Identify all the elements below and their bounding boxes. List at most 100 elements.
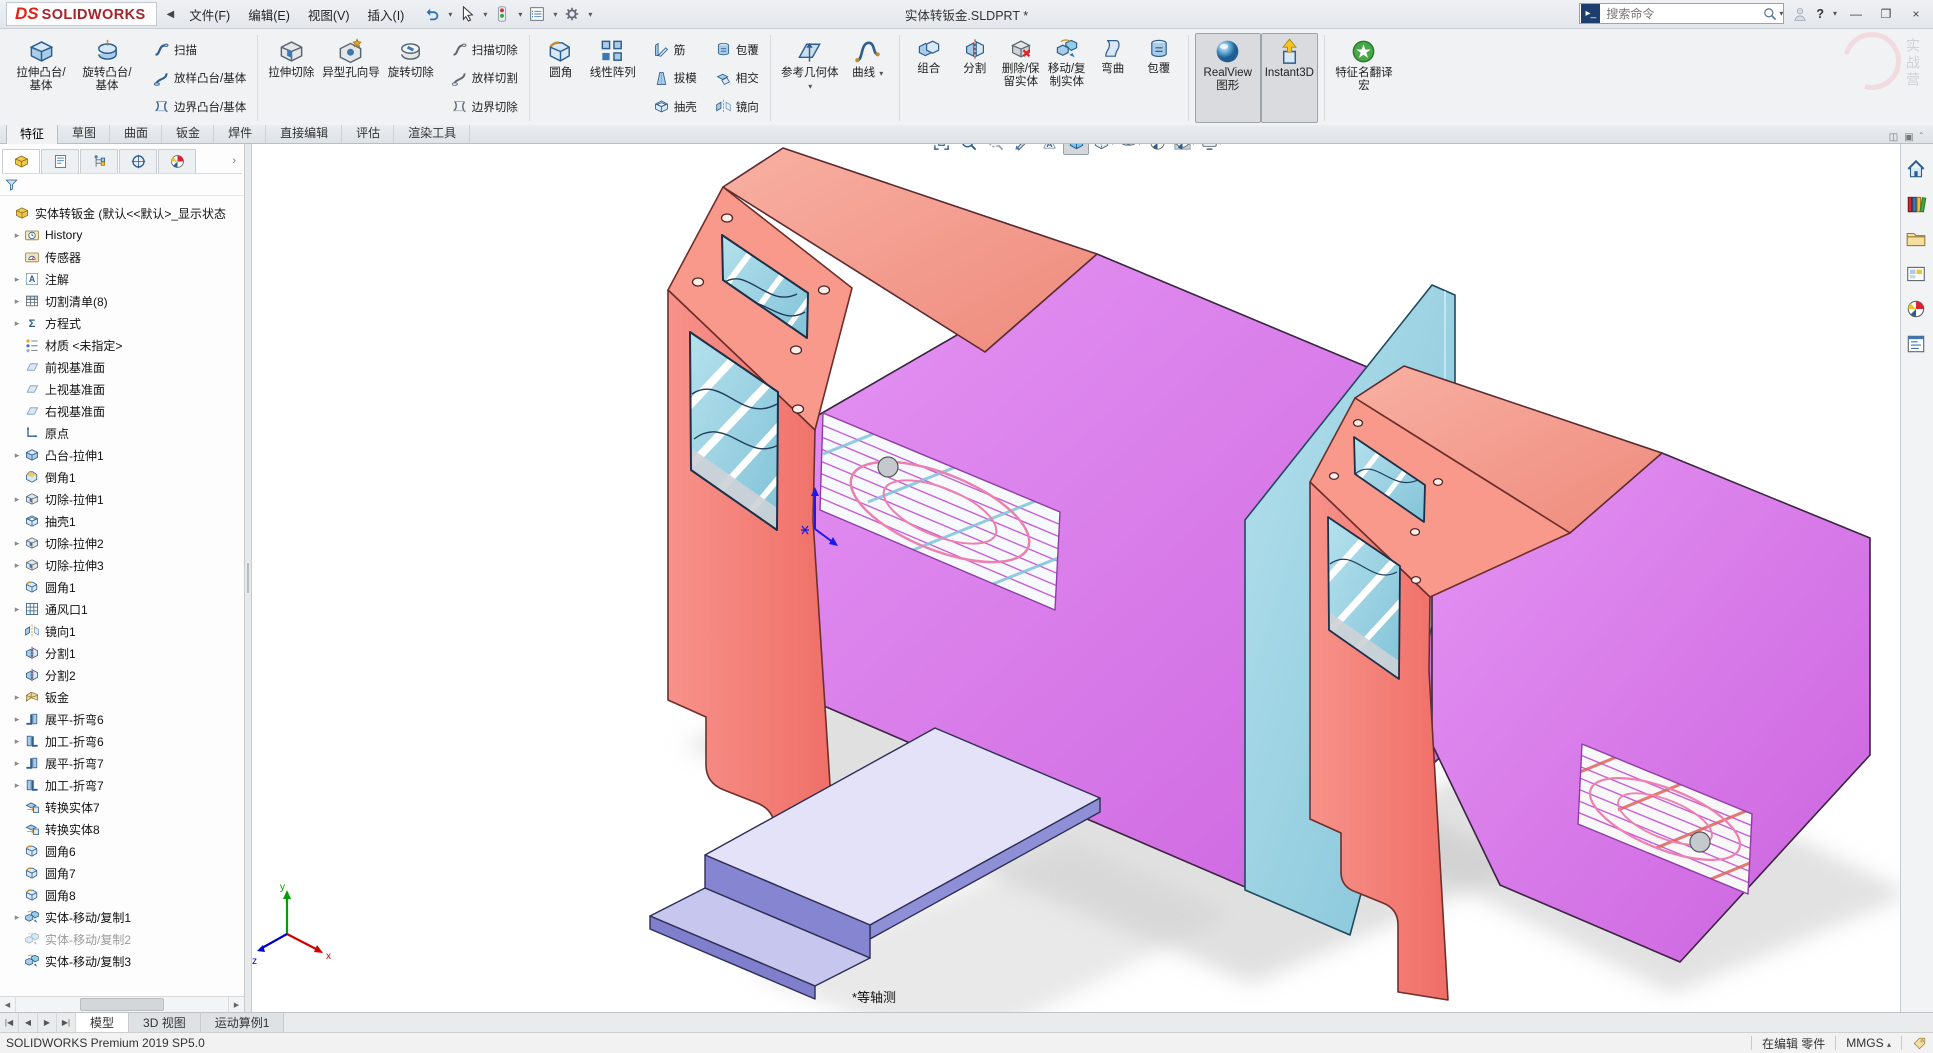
search-caret-icon[interactable]: ▾ xyxy=(1779,9,1783,18)
menu-文件(F)[interactable]: 文件(F) xyxy=(180,1,239,28)
gear-icon-caret[interactable]: ▾ xyxy=(588,10,592,19)
tree-item-抽壳1[interactable]: 抽壳1 xyxy=(0,510,244,532)
graphics-viewport[interactable]: A▾▾▾▾ xyxy=(252,144,1900,1012)
ribbon-button-linear-pattern[interactable]: 线性阵列 xyxy=(586,33,640,123)
ribbon-button-realview[interactable]: RealView图形 xyxy=(1195,33,1261,123)
ribbon-button-draft[interactable]: 拔模 xyxy=(650,65,700,92)
ribbon-button-loft-cut[interactable]: 放样切割 xyxy=(448,65,521,92)
stoplight-icon[interactable] xyxy=(493,5,511,23)
expand-arrow-icon[interactable]: ▸ xyxy=(10,604,24,615)
expand-arrow-icon[interactable]: ▸ xyxy=(10,318,24,329)
ribbon-button-loft[interactable]: 放样凸台/基体 xyxy=(150,65,249,92)
ribbon-button-revolve-cut[interactable]: 旋转切除 xyxy=(384,33,438,123)
tree-item-圆角7[interactable]: 圆角7 xyxy=(0,862,244,884)
sheet-nav-button[interactable]: ◀ xyxy=(19,1013,38,1032)
tree-item-传感器[interactable]: 传感器 xyxy=(0,246,244,268)
headsup-display-style[interactable]: ▾ xyxy=(1090,144,1116,155)
pointer-icon[interactable] xyxy=(458,5,476,23)
tree-item-注解[interactable]: ▸A注解 xyxy=(0,268,244,290)
doc-tab-3D 视图[interactable]: 3D 视图 xyxy=(129,1013,201,1032)
help-button[interactable]: ? xyxy=(1816,7,1824,21)
taskpane-custom-properties-icon[interactable] xyxy=(1905,333,1929,357)
headsup-view-orientation[interactable] xyxy=(1063,144,1089,155)
taskpane-appearances-icon[interactable] xyxy=(1905,298,1929,322)
ribbon-button-split[interactable]: 分割 xyxy=(952,33,998,123)
ribbon-button-hole-wizard[interactable]: 异型孔向导 xyxy=(318,33,384,123)
gear-icon[interactable] xyxy=(563,5,581,23)
tab-pin-icon[interactable]: ▣ xyxy=(1904,132,1913,143)
tag-icon[interactable] xyxy=(1912,1036,1927,1051)
expand-arrow-icon[interactable]: ▸ xyxy=(10,736,24,747)
taskpane-view-palette-icon[interactable] xyxy=(1905,263,1929,287)
panel-tab-feature-manager[interactable] xyxy=(2,149,40,173)
tree-h-scrollbar[interactable]: ◀ ▶ xyxy=(0,996,244,1012)
command-search[interactable]: ▸_ ▾ xyxy=(1579,3,1784,24)
search-icon[interactable] xyxy=(1762,6,1778,22)
tree-item-圆角8[interactable]: 圆角8 xyxy=(0,884,244,906)
tree-item-上视基准面[interactable]: 上视基准面 xyxy=(0,378,244,400)
ribbon-button-cut-extrude[interactable]: 拉伸切除 xyxy=(264,33,318,123)
tree-item-加工-折弯6[interactable]: ▸加工-折弯6 xyxy=(0,730,244,752)
3d-scene[interactable]: y x z xyxy=(252,144,1900,1012)
expand-arrow-icon[interactable]: ▸ xyxy=(10,538,24,549)
tree-item-分割2[interactable]: 分割2 xyxy=(0,664,244,686)
ribbon-button-boundary[interactable]: 边界凸台/基体 xyxy=(150,93,249,120)
ribbon-button-boundary-cut[interactable]: 边界切除 xyxy=(448,93,521,120)
expand-arrow-icon[interactable]: ▸ xyxy=(10,450,24,461)
tree-item-切除-拉伸2[interactable]: ▸切除-拉伸2 xyxy=(0,532,244,554)
minimize-button[interactable]: — xyxy=(1845,7,1867,21)
ribbon-button-shell[interactable]: 抽壳 xyxy=(650,93,700,120)
expand-arrow-icon[interactable]: ▸ xyxy=(10,780,24,791)
solidworks-logo[interactable]: DS SOLIDWORKS xyxy=(6,2,157,26)
ribbon-button-sweep[interactable]: 扫描 xyxy=(150,36,249,63)
sheet-nav-button[interactable]: |◀ xyxy=(0,1013,19,1032)
tree-item-前视基准面[interactable]: 前视基准面 xyxy=(0,356,244,378)
scroll-thumb[interactable] xyxy=(80,998,165,1011)
tree-item-实体-移动/复制3[interactable]: 实体-移动/复制3 xyxy=(0,950,244,972)
ribbon-button-wrap[interactable]: 包覆 xyxy=(712,36,762,63)
ribbon-button-intersect[interactable]: 相交 xyxy=(712,65,762,92)
tree-item-切割清单(8)[interactable]: ▸切割清单(8) xyxy=(0,290,244,312)
tree-item-方程式[interactable]: ▸Σ方程式 xyxy=(0,312,244,334)
headsup-section-view[interactable] xyxy=(1009,144,1035,155)
search-input[interactable] xyxy=(1604,6,1762,22)
expand-arrow-icon[interactable]: ▸ xyxy=(10,296,24,307)
sheet-nav-button[interactable]: ▶ xyxy=(38,1013,57,1032)
expand-arrow-icon[interactable]: ▸ xyxy=(10,758,24,769)
scroll-right-icon[interactable]: ▶ xyxy=(228,997,244,1012)
panel-tabs-overflow-icon[interactable]: › xyxy=(232,155,242,167)
scroll-left-icon[interactable]: ◀ xyxy=(0,997,16,1012)
stoplight-icon-caret[interactable]: ▾ xyxy=(518,10,522,19)
headsup-hide-show[interactable]: ▾ xyxy=(1117,144,1143,155)
tree-item-转换实体8[interactable]: 转换实体8 xyxy=(0,818,244,840)
tree-item-材质 <未指定>[interactable]: 材质 <未指定> xyxy=(0,334,244,356)
expand-arrow-icon[interactable]: ▸ xyxy=(10,274,24,285)
ribbon-button-combine[interactable]: 组合 xyxy=(906,33,952,123)
menu-编辑(E)[interactable]: 编辑(E) xyxy=(239,1,299,28)
user-icon[interactable] xyxy=(1792,6,1808,22)
ribbon-button-fillet[interactable]: 圆角 xyxy=(536,33,586,123)
tree-item-原点[interactable]: 原点 xyxy=(0,422,244,444)
ribbon-button-boss-extrude[interactable]: 拉伸凸台/基体 xyxy=(8,33,74,123)
tree-item-凸台-拉伸1[interactable]: ▸凸台-拉伸1 xyxy=(0,444,244,466)
list-icon-caret[interactable]: ▾ xyxy=(553,10,557,19)
expand-arrow-icon[interactable]: ▸ xyxy=(10,560,24,571)
list-icon[interactable] xyxy=(528,5,546,23)
ribbon-button-sweep-cut[interactable]: 扫描切除 xyxy=(448,36,521,63)
restore-button[interactable]: ❐ xyxy=(1875,7,1897,21)
headsup-zoom-fit[interactable] xyxy=(928,144,954,155)
help-caret-icon[interactable]: ▾ xyxy=(1833,9,1837,18)
tree-item-圆角6[interactable]: 圆角6 xyxy=(0,840,244,862)
expand-arrow-icon[interactable]: ▸ xyxy=(10,692,24,703)
panel-tab-property-manager[interactable] xyxy=(41,149,79,173)
tree-item-分割1[interactable]: 分割1 xyxy=(0,642,244,664)
tab-特征[interactable]: 特征 xyxy=(6,122,58,144)
tree-item-镜向1[interactable]: 镜向1 xyxy=(0,620,244,642)
ribbon-button-ref-geometry[interactable]: 参考几何体 ▾ xyxy=(777,33,843,123)
ribbon-button-rib[interactable]: 筋 xyxy=(650,36,700,63)
panel-splitter[interactable] xyxy=(244,144,252,1012)
ribbon-button-revolve-boss[interactable]: 旋转凸台/基体 xyxy=(74,33,140,123)
undo-icon-caret[interactable]: ▾ xyxy=(448,10,452,19)
headsup-edit-appearance[interactable] xyxy=(1144,144,1170,155)
tree-item-圆角1[interactable]: 圆角1 xyxy=(0,576,244,598)
